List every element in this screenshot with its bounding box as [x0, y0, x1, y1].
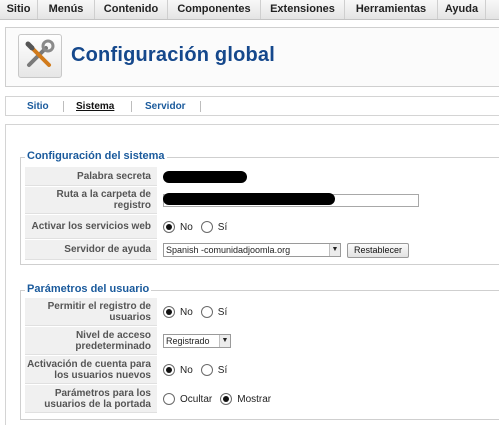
top-menu-bar: Sitio Menús Contenido Componentes Extens…: [0, 0, 499, 20]
activation-yes-radio[interactable]: [200, 364, 213, 376]
menu-item-contenido[interactable]: Contenido: [95, 0, 168, 19]
help-server-select[interactable]: Spanish -comunidadjoomla.org ▼: [163, 243, 341, 257]
row-secret-word: Palabra secreta: [25, 167, 495, 187]
menu-item-componentes[interactable]: Componentes: [168, 0, 261, 19]
secret-word-value[interactable]: [163, 167, 495, 186]
web-services-options: No Sí: [163, 215, 495, 239]
system-config-legend: Configuración del sistema: [25, 150, 167, 162]
redacted-block: [163, 171, 247, 183]
allow-registration-label: Permitir el registro de usuarios: [25, 298, 157, 326]
help-server-value: Spanish -comunidadjoomla.org ▼ Restablec…: [163, 240, 495, 260]
tab-separator: [131, 101, 132, 112]
config-tabs: Sitio Sistema Servidor: [5, 96, 499, 116]
log-path-label: Ruta a la carpeta de registro: [25, 187, 157, 214]
web-services-yes-radio[interactable]: [200, 221, 213, 233]
access-level-label: Nivel de acceso predeterminado: [25, 327, 157, 355]
tab-separator: [200, 101, 201, 112]
menu-item-sitio[interactable]: Sitio: [0, 0, 38, 19]
access-level-value: Registrado ▼: [163, 327, 495, 355]
frontend-params-hide-radio[interactable]: [163, 393, 175, 405]
row-frontend-params: Parámetros para los usuarios de la porta…: [25, 385, 495, 414]
secret-word-label: Palabra secreta: [25, 167, 157, 186]
access-level-selected: Registrado: [166, 336, 210, 346]
frontend-params-hide-label: Ocultar: [180, 393, 213, 405]
chevron-down-icon: ▼: [329, 244, 340, 256]
activation-no-label: No: [180, 364, 193, 376]
row-account-activation: Activación de cuenta para los usuarios n…: [25, 356, 495, 385]
menu-item-herramientas[interactable]: Herramientas: [345, 0, 438, 19]
reset-button[interactable]: Restablecer: [347, 242, 410, 258]
row-web-services: Activar los servicios web No Sí: [25, 215, 495, 240]
user-params-legend: Parámetros del usuario: [25, 283, 152, 295]
page-header: Configuración global: [5, 27, 499, 87]
user-params-fieldset: Parámetros del usuario Permitir el regis…: [20, 283, 499, 420]
help-server-label: Servidor de ayuda: [25, 240, 157, 260]
chevron-down-icon: ▼: [219, 335, 230, 347]
allow-registration-options: No Sí: [163, 298, 495, 326]
tab-servidor[interactable]: Servidor: [145, 101, 186, 112]
main-panel: Configuración del sistema Palabra secret…: [5, 124, 499, 425]
page-title: Configuración global: [71, 44, 275, 66]
frontend-params-show-radio[interactable]: [220, 393, 233, 405]
frontend-params-label: Parámetros para los usuarios de la porta…: [25, 385, 157, 413]
web-services-no-label: No: [180, 221, 193, 233]
allow-registration-no-label: No: [180, 306, 193, 318]
web-services-no-radio[interactable]: [163, 221, 175, 233]
activation-no-radio[interactable]: [163, 364, 175, 376]
frontend-params-show-label: Mostrar: [237, 393, 272, 405]
tab-sistema[interactable]: Sistema: [76, 101, 114, 112]
system-config-fieldset: Configuración del sistema Palabra secret…: [20, 150, 499, 265]
activation-yes-label: Sí: [217, 364, 228, 376]
tools-config-icon: [18, 34, 62, 78]
log-path-value: [163, 187, 495, 214]
allow-registration-no-radio[interactable]: [163, 306, 175, 318]
web-services-label: Activar los servicios web: [25, 215, 157, 239]
access-level-select[interactable]: Registrado ▼: [163, 334, 231, 348]
tab-sitio[interactable]: Sitio: [27, 101, 49, 112]
activation-label: Activación de cuenta para los usuarios n…: [25, 356, 157, 384]
menu-item-ayuda[interactable]: Ayuda: [438, 0, 486, 19]
tab-separator: [63, 101, 64, 112]
row-log-path: Ruta a la carpeta de registro: [25, 187, 495, 215]
row-access-level: Nivel de acceso predeterminado Registrad…: [25, 327, 495, 356]
row-allow-registration: Permitir el registro de usuarios No Sí: [25, 298, 495, 327]
allow-registration-yes-label: Sí: [217, 306, 228, 318]
allow-registration-yes-radio[interactable]: [200, 306, 213, 318]
frontend-params-options: Ocultar Mostrar: [163, 385, 495, 413]
redacted-block: [163, 193, 335, 205]
menu-item-extensiones[interactable]: Extensiones: [261, 0, 345, 19]
help-server-selected: Spanish -comunidadjoomla.org: [166, 245, 291, 255]
web-services-yes-label: Sí: [217, 221, 228, 233]
row-help-server: Servidor de ayuda Spanish -comunidadjoom…: [25, 240, 495, 261]
menu-item-menus[interactable]: Menús: [38, 0, 95, 19]
activation-options: No Sí: [163, 356, 495, 384]
